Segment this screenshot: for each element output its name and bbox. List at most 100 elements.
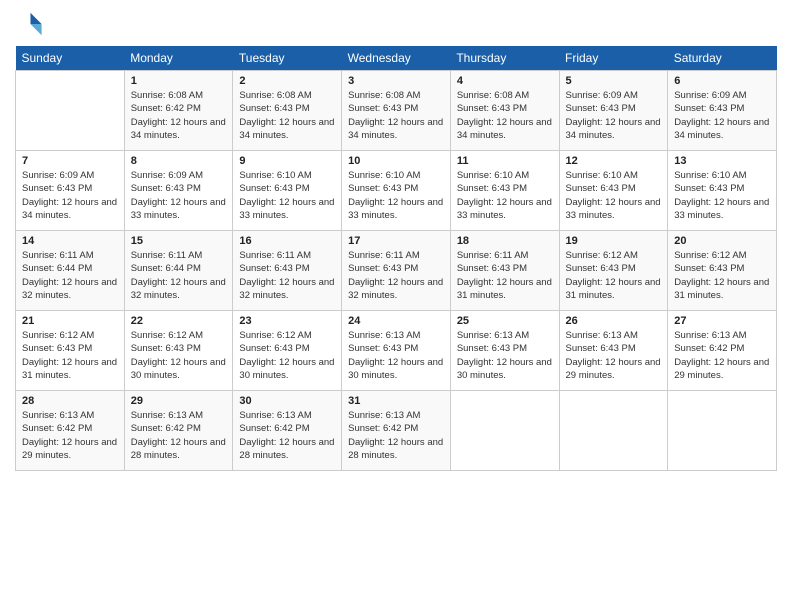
header-day: Monday (124, 46, 233, 71)
day-info: Sunrise: 6:09 AMSunset: 6:43 PMDaylight:… (22, 169, 118, 222)
day-info: Sunrise: 6:13 AMSunset: 6:43 PMDaylight:… (348, 329, 444, 382)
logo (15, 10, 47, 38)
day-info: Sunrise: 6:12 AMSunset: 6:43 PMDaylight:… (674, 249, 770, 302)
day-cell: 29 Sunrise: 6:13 AMSunset: 6:42 PMDayligh… (124, 391, 233, 471)
day-number: 8 (131, 155, 227, 167)
day-cell (559, 391, 668, 471)
day-info: Sunrise: 6:09 AMSunset: 6:43 PMDaylight:… (674, 89, 770, 142)
day-number: 4 (457, 75, 553, 87)
day-number: 24 (348, 315, 444, 327)
day-info: Sunrise: 6:13 AMSunset: 6:42 PMDaylight:… (239, 409, 335, 462)
day-info: Sunrise: 6:12 AMSunset: 6:43 PMDaylight:… (131, 329, 227, 382)
day-number: 22 (131, 315, 227, 327)
day-cell: 25 Sunrise: 6:13 AMSunset: 6:43 PMDayligh… (450, 311, 559, 391)
page: SundayMondayTuesdayWednesdayThursdayFrid… (0, 0, 792, 612)
header (15, 10, 777, 38)
day-cell: 7 Sunrise: 6:09 AMSunset: 6:43 PMDaylight… (16, 151, 125, 231)
day-info: Sunrise: 6:13 AMSunset: 6:43 PMDaylight:… (457, 329, 553, 382)
day-cell: 28 Sunrise: 6:13 AMSunset: 6:42 PMDayligh… (16, 391, 125, 471)
day-info: Sunrise: 6:12 AMSunset: 6:43 PMDaylight:… (22, 329, 118, 382)
day-number: 21 (22, 315, 118, 327)
day-cell: 8 Sunrise: 6:09 AMSunset: 6:43 PMDaylight… (124, 151, 233, 231)
day-info: Sunrise: 6:12 AMSunset: 6:43 PMDaylight:… (566, 249, 662, 302)
day-info: Sunrise: 6:13 AMSunset: 6:42 PMDaylight:… (674, 329, 770, 382)
day-number: 30 (239, 395, 335, 407)
day-cell (16, 71, 125, 151)
week-row: 28 Sunrise: 6:13 AMSunset: 6:42 PMDayligh… (16, 391, 777, 471)
day-info: Sunrise: 6:09 AMSunset: 6:43 PMDaylight:… (131, 169, 227, 222)
day-number: 27 (674, 315, 770, 327)
day-cell: 9 Sunrise: 6:10 AMSunset: 6:43 PMDaylight… (233, 151, 342, 231)
day-info: Sunrise: 6:08 AMSunset: 6:43 PMDaylight:… (457, 89, 553, 142)
day-info: Sunrise: 6:10 AMSunset: 6:43 PMDaylight:… (348, 169, 444, 222)
day-info: Sunrise: 6:11 AMSunset: 6:43 PMDaylight:… (348, 249, 444, 302)
day-cell: 24 Sunrise: 6:13 AMSunset: 6:43 PMDayligh… (342, 311, 451, 391)
day-number: 12 (566, 155, 662, 167)
day-cell: 23 Sunrise: 6:12 AMSunset: 6:43 PMDayligh… (233, 311, 342, 391)
day-cell: 6 Sunrise: 6:09 AMSunset: 6:43 PMDaylight… (668, 71, 777, 151)
header-day: Wednesday (342, 46, 451, 71)
day-number: 29 (131, 395, 227, 407)
day-number: 13 (674, 155, 770, 167)
day-cell: 14Sunrise: 6:11 AMSunset: 6:44 PMDayligh… (16, 231, 125, 311)
day-cell: 5 Sunrise: 6:09 AMSunset: 6:43 PMDaylight… (559, 71, 668, 151)
day-number: 9 (239, 155, 335, 167)
day-number: 16 (239, 235, 335, 247)
day-info: Sunrise: 6:11 AMSunset: 6:44 PMDaylight:… (131, 249, 227, 302)
day-number: 19 (566, 235, 662, 247)
day-number: 5 (566, 75, 662, 87)
day-info: Sunrise: 6:11 AMSunset: 6:43 PMDaylight:… (457, 249, 553, 302)
day-cell: 31 Sunrise: 6:13 AMSunset: 6:42 PMDayligh… (342, 391, 451, 471)
day-number: 20 (674, 235, 770, 247)
day-info: Sunrise: 6:08 AMSunset: 6:43 PMDaylight:… (348, 89, 444, 142)
day-cell: 2 Sunrise: 6:08 AMSunset: 6:43 PMDaylight… (233, 71, 342, 151)
day-info: Sunrise: 6:10 AMSunset: 6:43 PMDaylight:… (239, 169, 335, 222)
day-cell: 18 Sunrise: 6:11 AMSunset: 6:43 PMDayligh… (450, 231, 559, 311)
day-number: 14 (22, 235, 118, 247)
logo-icon (15, 10, 43, 38)
day-cell: 26Sunrise: 6:13 AMSunset: 6:43 PMDayligh… (559, 311, 668, 391)
day-number: 17 (348, 235, 444, 247)
day-info: Sunrise: 6:09 AMSunset: 6:43 PMDaylight:… (566, 89, 662, 142)
day-number: 31 (348, 395, 444, 407)
header-row: SundayMondayTuesdayWednesdayThursdayFrid… (16, 46, 777, 71)
week-row: 14 Sunrise: 6:11 AMSunset: 6:44 PMDayligh… (16, 231, 777, 311)
week-row: 21 Sunrise: 6:12 AMSunset: 6:43 PMDayligh… (16, 311, 777, 391)
day-cell: 3Sunrise: 6:08 AMSunset: 6:43 PMDaylight… (342, 71, 451, 151)
day-cell: 17 Sunrise: 6:11 AMSunset: 6:43 PMDayligh… (342, 231, 451, 311)
day-number: 2 (239, 75, 335, 87)
calendar-table: SundayMondayTuesdayWednesdayThursdayFrid… (15, 46, 777, 471)
day-cell: 27 Sunrise: 6:13 AMSunset: 6:42 PMDayligh… (668, 311, 777, 391)
day-info: Sunrise: 6:10 AMSunset: 6:43 PMDaylight:… (674, 169, 770, 222)
day-cell: 20 Sunrise: 6:12 AMSunset: 6:43 PMDayligh… (668, 231, 777, 311)
day-cell (450, 391, 559, 471)
day-number: 15 (131, 235, 227, 247)
day-number: 6 (674, 75, 770, 87)
day-number: 23 (239, 315, 335, 327)
day-number: 25 (457, 315, 553, 327)
day-cell: 12Sunrise: 6:10 AMSunset: 6:43 PMDayligh… (559, 151, 668, 231)
day-cell: 22 Sunrise: 6:12 AMSunset: 6:43 PMDayligh… (124, 311, 233, 391)
header-day: Tuesday (233, 46, 342, 71)
day-number: 1 (131, 75, 227, 87)
day-info: Sunrise: 6:13 AMSunset: 6:42 PMDaylight:… (131, 409, 227, 462)
day-number: 18 (457, 235, 553, 247)
day-info: Sunrise: 6:08 AMSunset: 6:43 PMDaylight:… (239, 89, 335, 142)
day-number: 7 (22, 155, 118, 167)
day-info: Sunrise: 6:13 AMSunset: 6:42 PMDaylight:… (22, 409, 118, 462)
day-cell: 10Sunrise: 6:10 AMSunset: 6:43 PMDayligh… (342, 151, 451, 231)
day-cell (668, 391, 777, 471)
day-cell: 16Sunrise: 6:11 AMSunset: 6:43 PMDayligh… (233, 231, 342, 311)
day-info: Sunrise: 6:12 AMSunset: 6:43 PMDaylight:… (239, 329, 335, 382)
day-info: Sunrise: 6:08 AMSunset: 6:42 PMDaylight:… (131, 89, 227, 142)
day-cell: 21 Sunrise: 6:12 AMSunset: 6:43 PMDayligh… (16, 311, 125, 391)
day-cell: 13 Sunrise: 6:10 AMSunset: 6:43 PMDayligh… (668, 151, 777, 231)
week-row: 1 Sunrise: 6:08 AMSunset: 6:42 PMDaylight… (16, 71, 777, 151)
day-cell: 30 Sunrise: 6:13 AMSunset: 6:42 PMDayligh… (233, 391, 342, 471)
day-cell: 15 Sunrise: 6:11 AMSunset: 6:44 PMDayligh… (124, 231, 233, 311)
day-number: 11 (457, 155, 553, 167)
header-day: Thursday (450, 46, 559, 71)
day-info: Sunrise: 6:13 AMSunset: 6:42 PMDaylight:… (348, 409, 444, 462)
day-info: Sunrise: 6:13 AMSunset: 6:43 PMDaylight:… (566, 329, 662, 382)
day-number: 28 (22, 395, 118, 407)
